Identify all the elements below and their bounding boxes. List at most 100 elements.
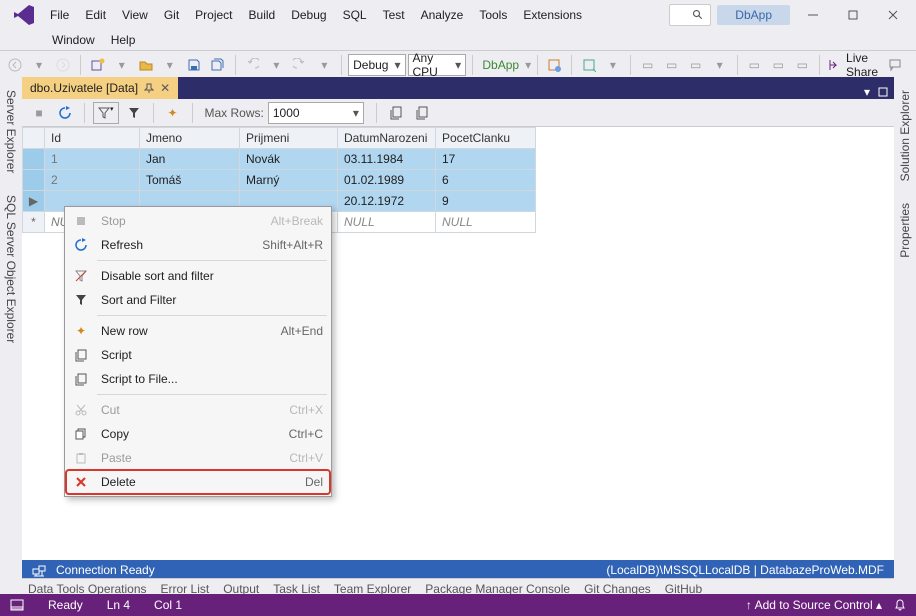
cell[interactable]: 9 [436, 191, 536, 212]
menu-git[interactable]: Git [156, 5, 187, 25]
tool-btn-4[interactable]: ▭ [661, 54, 683, 76]
cell[interactable]: 17 [436, 149, 536, 170]
notifications-icon[interactable] [894, 599, 906, 611]
document-tab[interactable]: dbo.Uzivatele [Data] ✕ [22, 77, 178, 99]
max-rows-combo[interactable]: 1000▾ [268, 102, 364, 124]
nav-fwd-button[interactable]: ▾ [28, 54, 50, 76]
ctx-refresh[interactable]: RefreshShift+Alt+R [67, 233, 329, 257]
row-header[interactable] [23, 170, 45, 191]
nav-fwd2-button[interactable] [52, 54, 74, 76]
redo-button[interactable] [289, 54, 311, 76]
cell[interactable]: 2 [45, 170, 140, 191]
ctx-script[interactable]: Script [67, 343, 329, 367]
filter-icon[interactable] [123, 102, 145, 124]
tool-btn-6[interactable]: ▭ [743, 54, 765, 76]
cell[interactable]: NULL [338, 212, 436, 233]
row-header[interactable] [23, 149, 45, 170]
menu-tools[interactable]: Tools [471, 5, 515, 25]
ctx-sort-and-filter[interactable]: Sort and Filter [67, 288, 329, 312]
save-all-button[interactable] [207, 54, 229, 76]
cell[interactable]: 1 [45, 149, 140, 170]
ctx-script-to-file-[interactable]: Script to File... [67, 367, 329, 391]
undo-button[interactable] [241, 54, 263, 76]
save-button[interactable] [183, 54, 205, 76]
search-box[interactable] [669, 4, 711, 26]
solution-label[interactable]: DbApp [717, 5, 790, 25]
column-header[interactable]: PocetClanku [436, 128, 536, 149]
menu-edit[interactable]: Edit [77, 5, 114, 25]
ctx-item-label: Delete [101, 475, 297, 489]
cell[interactable]: Jan [140, 149, 240, 170]
menu-build[interactable]: Build [241, 5, 284, 25]
menu-help[interactable]: Help [103, 30, 144, 50]
column-header[interactable]: Jmeno [140, 128, 240, 149]
cell[interactable]: 03.11.1984 [338, 149, 436, 170]
menu-extensions[interactable]: Extensions [515, 5, 590, 25]
ctx-new-row[interactable]: ✦New rowAlt+End [67, 319, 329, 343]
menu-test[interactable]: Test [375, 5, 413, 25]
row-header-corner[interactable] [23, 128, 45, 149]
status-line-label: Ln 4 [107, 598, 130, 612]
new-row-icon[interactable]: ✦ [162, 102, 184, 124]
script-to-file-icon[interactable] [411, 102, 433, 124]
restore-button[interactable] [836, 3, 870, 27]
liveshare-button[interactable]: Live Share [846, 51, 878, 79]
output-pane-icon[interactable] [10, 599, 24, 611]
cell[interactable]: NULL [436, 212, 536, 233]
column-header[interactable]: DatumNarozeni [338, 128, 436, 149]
add-source-control-button[interactable]: ↑ Add to Source Control ▴ [746, 598, 882, 612]
open-file-button[interactable] [135, 54, 157, 76]
column-header[interactable]: Id [45, 128, 140, 149]
menu-view[interactable]: View [114, 5, 156, 25]
feedback-button[interactable] [884, 54, 906, 76]
tool-btn-5[interactable]: ▭ [685, 54, 707, 76]
tab-overflow-icon[interactable]: ▾ [864, 85, 870, 99]
platform-combo[interactable]: Any CPU▾ [408, 54, 467, 76]
menu-sql[interactable]: SQL [335, 5, 375, 25]
ctx-copy[interactable]: CopyCtrl+C [67, 422, 329, 446]
cell[interactable]: 6 [436, 170, 536, 191]
menu-project[interactable]: Project [187, 5, 240, 25]
close-tab-icon[interactable]: ✕ [160, 81, 170, 95]
table-row[interactable]: 1JanNovák03.11.198417 [23, 149, 536, 170]
cell[interactable]: Novák [240, 149, 338, 170]
ide-status-bar: Ready Ln 4 Col 1 ↑ Add to Source Control… [0, 594, 916, 616]
row-header[interactable]: ▶ [23, 191, 45, 212]
ctx-disable-sort-and-filter[interactable]: Disable sort and filter [67, 264, 329, 288]
close-button[interactable] [876, 3, 910, 27]
menu-debug[interactable]: Debug [283, 5, 334, 25]
tool-btn-2[interactable] [578, 54, 600, 76]
rail-tab[interactable]: SQL Server Object Explorer [1, 186, 21, 352]
minimize-button[interactable] [796, 3, 830, 27]
cell[interactable]: Marný [240, 170, 338, 191]
connection-status-label: Connection Ready [56, 563, 155, 577]
tool-btn-1[interactable] [543, 54, 565, 76]
menu-window[interactable]: Window [44, 30, 103, 50]
rail-tab[interactable]: Properties [895, 194, 915, 267]
tool-btn-7[interactable]: ▭ [767, 54, 789, 76]
nav-back-button[interactable] [4, 54, 26, 76]
column-header[interactable]: Prijmeni [240, 128, 338, 149]
ctx-item-shortcut: Alt+Break [271, 214, 323, 228]
tool-btn-3[interactable]: ▭ [637, 54, 659, 76]
ctx-delete[interactable]: DeleteDel [67, 470, 329, 494]
pin-icon[interactable] [144, 83, 154, 93]
row-header[interactable]: * [23, 212, 45, 233]
cell[interactable]: 20.12.1972 [338, 191, 436, 212]
table-row[interactable]: 2TomášMarný01.02.19896 [23, 170, 536, 191]
refresh-icon[interactable] [54, 102, 76, 124]
tool-btn-8[interactable]: ▭ [791, 54, 813, 76]
start-debug-button[interactable]: DbApp▾ [479, 54, 531, 76]
menu-file[interactable]: File [42, 5, 77, 25]
rail-tab[interactable]: Server Explorer [1, 81, 21, 182]
config-combo[interactable]: Debug▾ [348, 54, 405, 76]
menu-analyze[interactable]: Analyze [413, 5, 472, 25]
stop-query-icon[interactable]: ■ [28, 102, 50, 124]
rail-tab[interactable]: Solution Explorer [895, 81, 915, 190]
filter-toggle-icon[interactable]: ▾ [93, 102, 119, 124]
script-icon[interactable] [385, 102, 407, 124]
new-project-button[interactable] [87, 54, 109, 76]
dock-icon[interactable] [878, 87, 888, 97]
cell[interactable]: 01.02.1989 [338, 170, 436, 191]
cell[interactable]: Tomáš [140, 170, 240, 191]
